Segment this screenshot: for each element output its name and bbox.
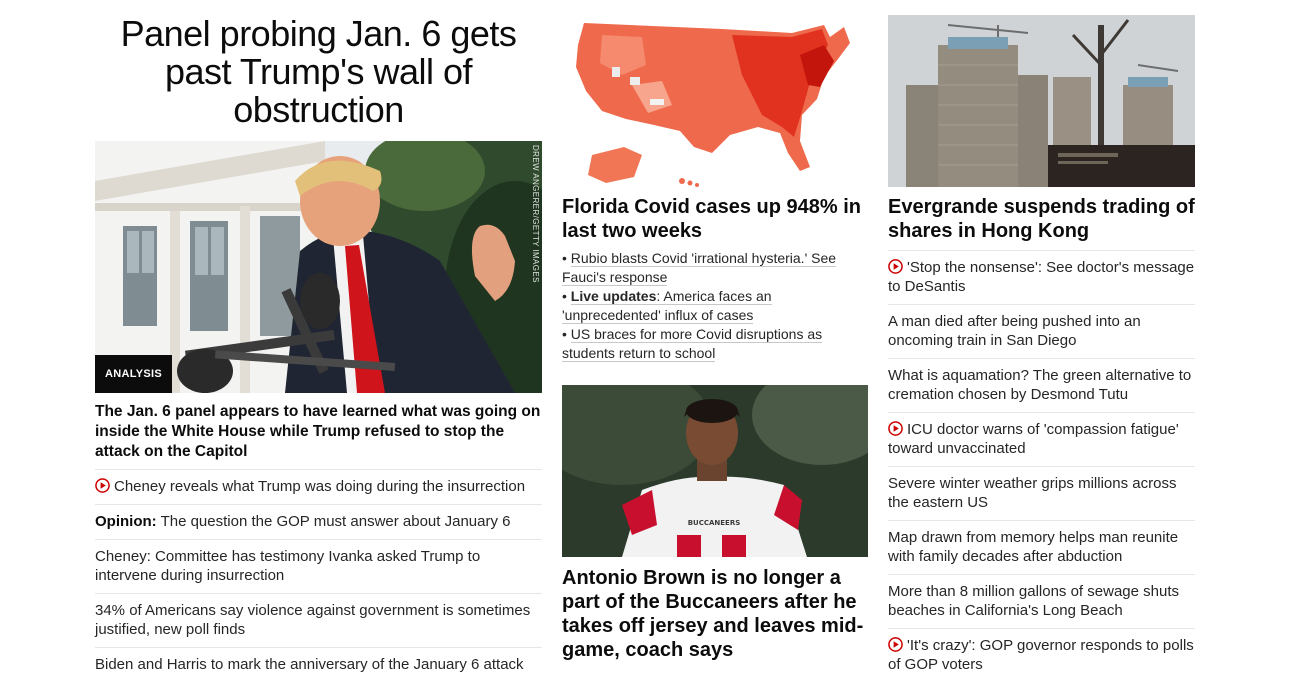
list-item[interactable]: • Rubio blasts Covid 'irrational hysteri… [562, 249, 868, 287]
evergrande-headline[interactable]: Evergrande suspends trading of shares in… [888, 195, 1195, 243]
lead-headline[interactable]: Panel probing Jan. 6 gets past Trump's w… [95, 15, 542, 129]
covid-related-bullets: • Rubio blasts Covid 'irrational hysteri… [562, 249, 868, 363]
link-text: 'Stop the nonsense': See doctor's messag… [888, 259, 1195, 295]
middle-column: Florida Covid cases up 948% in last two … [562, 0, 868, 662]
list-item[interactable]: Biden and Harris to mark the anniversary… [95, 647, 542, 682]
antonio-brown-image[interactable]: BUCCANEERS [562, 385, 868, 557]
list-item[interactable]: More than 8 million gallons of sewage sh… [888, 574, 1195, 628]
list-item[interactable]: ICU doctor warns of 'compassion fatigue'… [888, 412, 1195, 466]
bullet-text: Rubio blasts Covid 'irrational hysteria.… [562, 250, 837, 286]
right-headline-list: 'Stop the nonsense': See doctor's messag… [888, 250, 1195, 682]
bullet-text: US braces for more Covid disruptions as … [562, 326, 823, 362]
covid-map-image[interactable] [562, 15, 868, 187]
evergrande-buildings-photo [888, 15, 1195, 187]
list-item[interactable]: 'It's crazy': GOP governor responds to p… [888, 628, 1195, 682]
covid-headline[interactable]: Florida Covid cases up 948% in last two … [562, 195, 868, 243]
lead-image[interactable]: DREW ANGERER/GETTY IMAGES ANALYSIS [95, 141, 542, 393]
link-text: Cheney reveals what Trump was doing duri… [114, 478, 526, 495]
jersey-text: BUCCANEERS [688, 519, 741, 527]
opinion-label: Opinion: [95, 513, 157, 530]
right-column: Evergrande suspends trading of shares in… [888, 0, 1195, 682]
link-text: Map drawn from memory helps man reunite … [888, 529, 1179, 565]
list-item[interactable]: Opinion: The question the GOP must answe… [95, 504, 542, 539]
link-text: Cheney: Committee has testimony Ivanka a… [95, 548, 481, 584]
link-text: A man died after being pushed into an on… [888, 313, 1141, 349]
play-video-icon [888, 637, 903, 652]
play-video-icon [888, 259, 903, 274]
list-item[interactable]: A man died after being pushed into an on… [888, 304, 1195, 358]
analysis-badge: ANALYSIS [95, 355, 173, 393]
lead-headline-link[interactable]: Panel probing Jan. 6 gets past Trump's w… [121, 13, 517, 130]
photo-credit: DREW ANGERER/GETTY IMAGES [531, 145, 540, 283]
lead-description[interactable]: The Jan. 6 panel appears to have learned… [95, 402, 542, 462]
link-text: ICU doctor warns of 'compassion fatigue'… [888, 421, 1179, 457]
play-video-icon [95, 478, 110, 493]
list-item[interactable]: What is aquamation? The green alternativ… [888, 358, 1195, 412]
lead-related-links: Cheney reveals what Trump was doing duri… [95, 469, 542, 682]
lead-story: Panel probing Jan. 6 gets past Trump's w… [95, 0, 542, 682]
list-item[interactable]: • US braces for more Covid disruptions a… [562, 325, 868, 363]
link-text: 34% of Americans say violence against go… [95, 602, 531, 638]
link-text: The question the GOP must answer about J… [160, 513, 511, 530]
list-item[interactable]: Severe winter weather grips millions acr… [888, 466, 1195, 520]
play-video-icon [888, 421, 903, 436]
evergrande-image[interactable] [888, 15, 1195, 187]
link-text: What is aquamation? The green alternativ… [888, 367, 1192, 403]
link-text: 'It's crazy': GOP governor responds to p… [888, 637, 1194, 673]
list-item[interactable]: Map drawn from memory helps man reunite … [888, 520, 1195, 574]
link-text: Biden and Harris to mark the anniversary… [95, 656, 524, 673]
list-item[interactable]: 'Stop the nonsense': See doctor's messag… [888, 250, 1195, 304]
list-item[interactable]: 34% of Americans say violence against go… [95, 593, 542, 647]
link-text: More than 8 million gallons of sewage sh… [888, 583, 1179, 619]
antonio-brown-headline[interactable]: Antonio Brown is no longer a part of the… [562, 566, 868, 662]
football-player-photo: BUCCANEERS [562, 385, 868, 557]
live-updates-label: Live updates [570, 288, 657, 304]
list-item[interactable]: • Live updates: America faces an 'unprec… [562, 287, 868, 325]
list-item[interactable]: Cheney reveals what Trump was doing duri… [95, 469, 542, 504]
link-text: Severe winter weather grips millions acr… [888, 475, 1177, 511]
us-covid-map-illustration [562, 15, 868, 187]
list-item[interactable]: Cheney: Committee has testimony Ivanka a… [95, 539, 542, 593]
